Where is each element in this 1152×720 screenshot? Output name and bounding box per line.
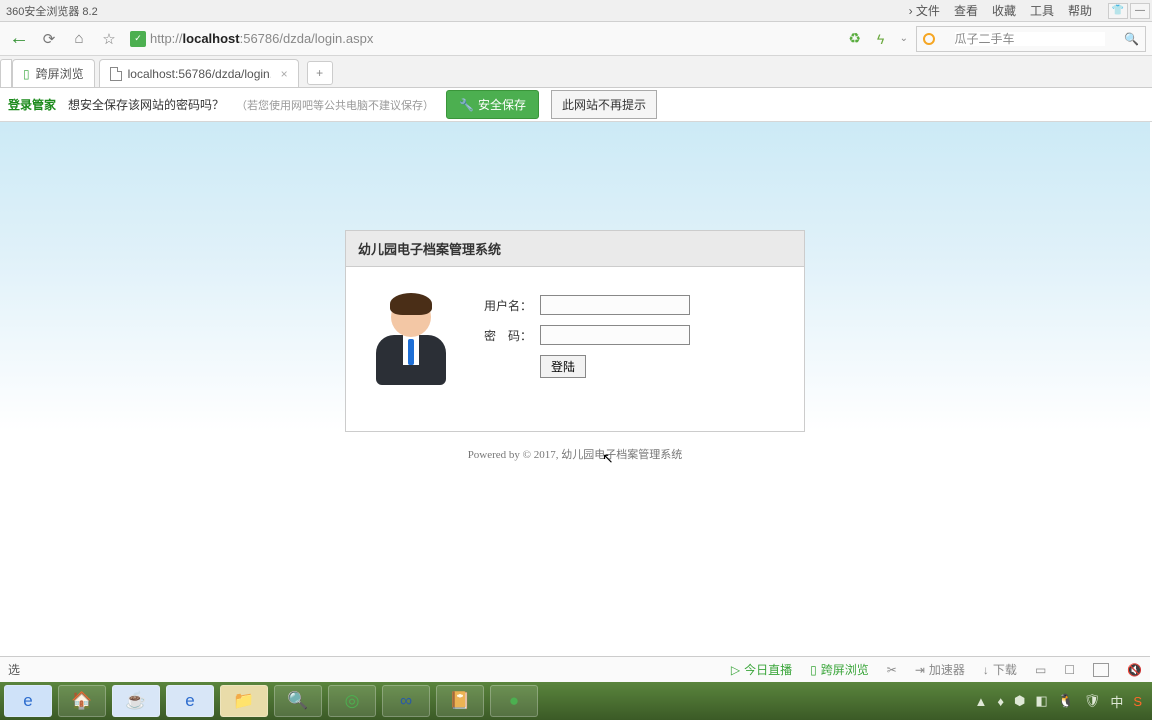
phone-icon: ▯ (23, 67, 30, 81)
tray-ime-icon[interactable]: 中 (1110, 692, 1123, 711)
status-bar: 选 ▷今日直播 ▯跨屏浏览 ✂ ⇥加速器 ↓下载 ▭ ☐ 🔇 (0, 656, 1150, 682)
page-footer: Powered by © 2017, 幼儿园电子档案管理系统 (0, 446, 1150, 462)
status-screen-icon[interactable] (1093, 663, 1109, 677)
tab-crossscreen[interactable]: ▯ 跨屏浏览 (12, 59, 95, 87)
taskbar-app-2[interactable]: 🔍 (274, 685, 322, 717)
login-panel: 幼儿园电子档案管理系统 用户名： 密 码： 登陆 (345, 230, 805, 432)
windows-taskbar: e 🏠 ☕ e 📁 🔍 ◎ ∞ 📔 ● ▲ ♦ ⬢ ◧ 🐧 🛡 中 S (0, 682, 1152, 720)
menu-bar: › 文件 查看 收藏 工具 帮助 (909, 2, 1092, 19)
home-button[interactable]: ⌂ (66, 26, 92, 52)
panel-body: 用户名： 密 码： 登陆 (346, 267, 804, 431)
shield-icon: ✓ (130, 31, 146, 47)
taskbar-app-4[interactable]: 📔 (436, 685, 484, 717)
menu-file[interactable]: › 文件 (909, 2, 940, 19)
status-note-icon[interactable]: ☐ (1064, 663, 1075, 677)
status-left: 选 (8, 661, 20, 678)
safe-save-button[interactable]: 🔧 安全保存 (446, 90, 539, 119)
panel-title: 幼儿园电子档案管理系统 (346, 231, 804, 267)
favorite-button[interactable]: ☆ (96, 26, 122, 52)
status-crossscreen[interactable]: ▯跨屏浏览 (810, 661, 869, 678)
search-box[interactable]: 🔍 (916, 26, 1146, 52)
status-scissors[interactable]: ✂ (887, 663, 897, 677)
tab-leading[interactable] (0, 59, 12, 87)
address-bar[interactable]: ✓ http://localhost:56786/dzda/login.aspx (126, 26, 746, 52)
app-title: 360安全浏览器 8.2 (6, 3, 98, 19)
avatar-icon (366, 291, 456, 391)
tray-sogou-icon[interactable]: S (1133, 694, 1142, 709)
username-label: 用户名： (474, 297, 532, 314)
taskbar-explorer[interactable]: 📁 (220, 685, 268, 717)
password-save-bar: 登录管家 想安全保存该网站的密码吗？ （若您使用网吧等公共电脑不建议保存） 🔧 … (0, 88, 1152, 122)
pwbar-brand: 登录管家 (8, 96, 56, 113)
tab-label: 跨屏浏览 (36, 65, 84, 82)
tab-bar: ▯ 跨屏浏览 localhost:56786/dzda/login.a × + (0, 56, 1152, 88)
menu-view[interactable]: 查看 (954, 2, 978, 19)
no-save-label: 此网站不再提示 (562, 98, 646, 112)
url-host: localhost (183, 31, 240, 46)
tray-icon-3[interactable]: ◧ (1035, 693, 1047, 709)
login-button[interactable]: 登陆 (540, 355, 586, 378)
sync-icon[interactable]: ♻ (844, 30, 866, 47)
taskbar-app-5[interactable]: ● (490, 685, 538, 717)
window-titlebar: 360安全浏览器 8.2 › 文件 查看 收藏 工具 帮助 👕 — (0, 0, 1152, 22)
phone-icon: ▯ (810, 663, 817, 677)
browser-toolbar: ← ⟳ ⌂ ☆ ✓ http://localhost:56786/dzda/lo… (0, 22, 1152, 56)
tray-icon-2[interactable]: ⬢ (1014, 693, 1025, 709)
taskbar-app-3[interactable]: ∞ (382, 685, 430, 717)
download-icon: ↓ (983, 663, 989, 677)
window-controls: 👕 — (1108, 3, 1150, 19)
play-icon: ▷ (731, 663, 740, 677)
password-input[interactable] (540, 325, 690, 345)
rocket-icon: ⇥ (915, 663, 925, 677)
tray-flag-icon[interactable]: ▲ (974, 694, 987, 709)
taskbar-java[interactable]: ☕ (112, 685, 160, 717)
tab-localhost[interactable]: localhost:56786/dzda/login.a × (99, 59, 299, 87)
skin-button[interactable]: 👕 (1108, 3, 1128, 19)
url-rest: :56786/dzda/login.aspx (240, 31, 374, 46)
taskbar-ie2[interactable]: e (166, 685, 214, 717)
status-download[interactable]: ↓下载 (983, 661, 1017, 678)
url-prefix: http:// (150, 31, 183, 46)
mode-dropdown[interactable]: ⌄ (896, 33, 912, 44)
tab-label: localhost:56786/dzda/login.a (128, 67, 271, 81)
status-mute-icon[interactable]: 🔇 (1127, 663, 1142, 677)
search-engine-icon (923, 33, 935, 45)
username-input[interactable] (540, 295, 690, 315)
pwbar-message: 想安全保存该网站的密码吗？ (68, 96, 224, 113)
back-button[interactable]: ← (6, 26, 32, 52)
taskbar-360[interactable]: ◎ (328, 685, 376, 717)
lightning-icon[interactable]: ϟ (870, 31, 892, 47)
menu-favorites[interactable]: 收藏 (992, 2, 1016, 19)
safe-save-label: 安全保存 (478, 96, 526, 113)
wrench-icon: 🔧 (459, 98, 474, 112)
search-icon[interactable]: 🔍 (1124, 32, 1139, 46)
login-form: 用户名： 密 码： 登陆 (474, 291, 784, 391)
pwbar-note: （若您使用网吧等公共电脑不建议保存） (236, 97, 434, 113)
taskbar-ie[interactable]: e (4, 685, 52, 717)
page-content: 幼儿园电子档案管理系统 用户名： 密 码： 登陆 Powered by © 20… (0, 122, 1150, 656)
minimize-button[interactable]: — (1130, 3, 1150, 19)
status-flag-icon[interactable]: ▭ (1035, 663, 1046, 677)
menu-tools[interactable]: 工具 (1030, 2, 1054, 19)
no-save-button[interactable]: 此网站不再提示 (551, 90, 657, 119)
tray-icon-4[interactable]: 🐧 (1058, 693, 1074, 709)
taskbar-app-1[interactable]: 🏠 (58, 685, 106, 717)
tray-icon-1[interactable]: ♦ (997, 694, 1004, 709)
new-tab-button[interactable]: + (307, 61, 333, 85)
system-tray: ▲ ♦ ⬢ ◧ 🐧 🛡 中 S (974, 692, 1148, 711)
reload-button[interactable]: ⟳ (36, 26, 62, 52)
status-live[interactable]: ▷今日直播 (731, 661, 792, 678)
status-accelerator[interactable]: ⇥加速器 (915, 661, 965, 678)
page-icon (110, 67, 122, 81)
menu-help[interactable]: 帮助 (1068, 2, 1092, 19)
password-label: 密 码： (474, 327, 532, 344)
search-input[interactable] (955, 32, 1105, 46)
close-icon[interactable]: × (281, 67, 288, 81)
tray-icon-5[interactable]: 🛡 (1084, 693, 1101, 709)
